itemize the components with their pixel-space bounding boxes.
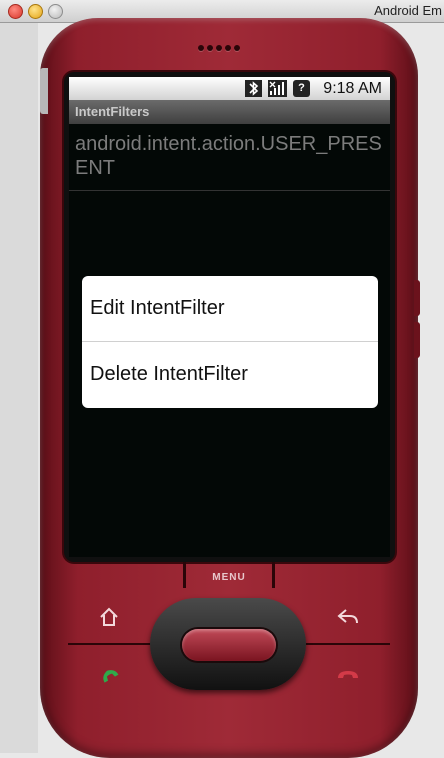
speaker-grille: [198, 38, 243, 56]
app-title: IntentFilters: [75, 104, 150, 119]
minimize-window-button[interactable]: [28, 4, 43, 19]
phone-side-tab: [40, 68, 48, 114]
home-icon[interactable]: [98, 606, 120, 632]
context-menu-dialog: Edit IntentFilter Delete IntentFilter: [82, 276, 378, 408]
close-window-button[interactable]: [8, 4, 23, 19]
menu-item-delete-intentfilter[interactable]: Delete IntentFilter: [82, 342, 378, 408]
end-call-icon[interactable]: [335, 664, 361, 690]
list-divider: [69, 190, 390, 191]
control-divider: [306, 643, 390, 645]
back-icon[interactable]: [336, 606, 360, 632]
status-time: 9:18 AM: [323, 80, 382, 97]
unknown-icon: ?: [293, 80, 310, 97]
menu-item-label: Edit IntentFilter: [90, 297, 225, 319]
device-screen: ? 9:18 AM IntentFilters android.intent.a…: [69, 77, 390, 557]
window-title: Android Em: [374, 3, 442, 18]
volume-up-button[interactable]: [414, 280, 420, 316]
volume-down-button[interactable]: [414, 322, 420, 358]
menu-button-label: MENU: [212, 572, 246, 583]
zoom-window-button[interactable]: [48, 4, 63, 19]
menu-button[interactable]: MENU: [183, 562, 275, 588]
window-left-strip: [0, 23, 38, 753]
menu-item-label: Delete IntentFilter: [90, 363, 248, 385]
menu-item-edit-intentfilter[interactable]: Edit IntentFilter: [82, 276, 378, 342]
call-icon[interactable]: [98, 664, 122, 690]
status-bar: ? 9:18 AM: [69, 77, 390, 100]
app-titlebar: IntentFilters: [69, 100, 390, 124]
control-divider: [68, 643, 150, 645]
list-item[interactable]: android.intent.action.USER_PRESENT: [75, 132, 387, 180]
signal-icon: [268, 80, 287, 97]
trackball[interactable]: [182, 629, 276, 661]
bluetooth-icon: [245, 80, 262, 97]
